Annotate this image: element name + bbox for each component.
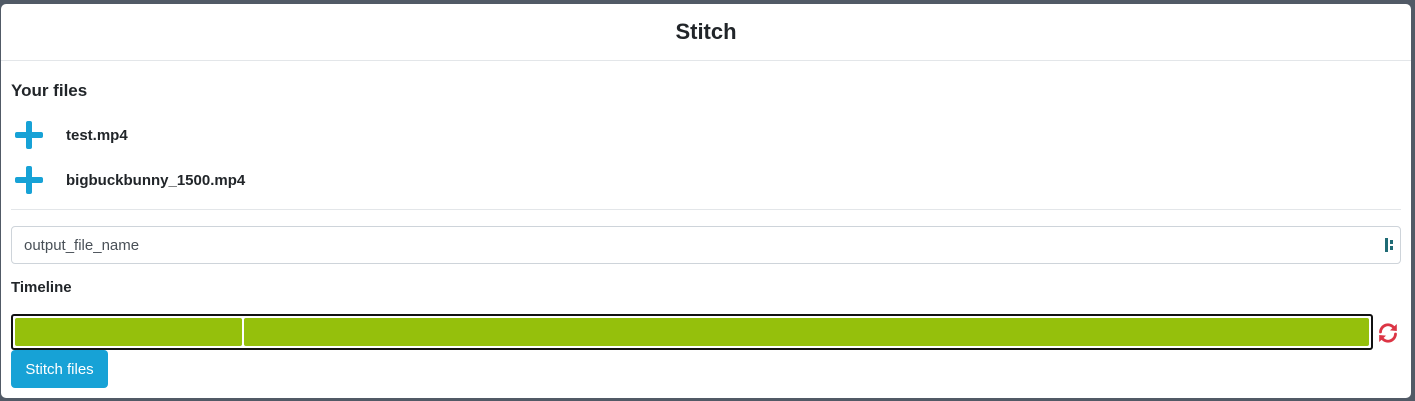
stitch-files-button[interactable]: Stitch files xyxy=(11,350,108,388)
page-title: Stitch xyxy=(675,19,737,44)
timeline-segment-2[interactable] xyxy=(244,318,1369,346)
file-name: bigbuckbunny_1500.mp4 xyxy=(66,171,246,189)
divider xyxy=(11,209,1401,210)
output-field-wrapper xyxy=(11,226,1401,264)
timeline-segment-1[interactable] xyxy=(15,318,243,346)
plus-icon[interactable] xyxy=(15,121,43,149)
plus-icon[interactable] xyxy=(15,166,43,194)
panel-header: Stitch xyxy=(1,4,1411,61)
file-name: test.mp4 xyxy=(66,126,128,144)
timeline-track xyxy=(11,314,1373,350)
timeline-label: Timeline xyxy=(11,279,72,296)
refresh-icon[interactable] xyxy=(1376,321,1400,345)
password-manager-icon[interactable] xyxy=(1385,238,1395,252)
output-file-name-input[interactable] xyxy=(11,226,1401,264)
stitch-panel: Stitch Your files test.mp4 bigbuckbunny_… xyxy=(1,4,1411,398)
files-section-title: Your files xyxy=(11,81,88,100)
